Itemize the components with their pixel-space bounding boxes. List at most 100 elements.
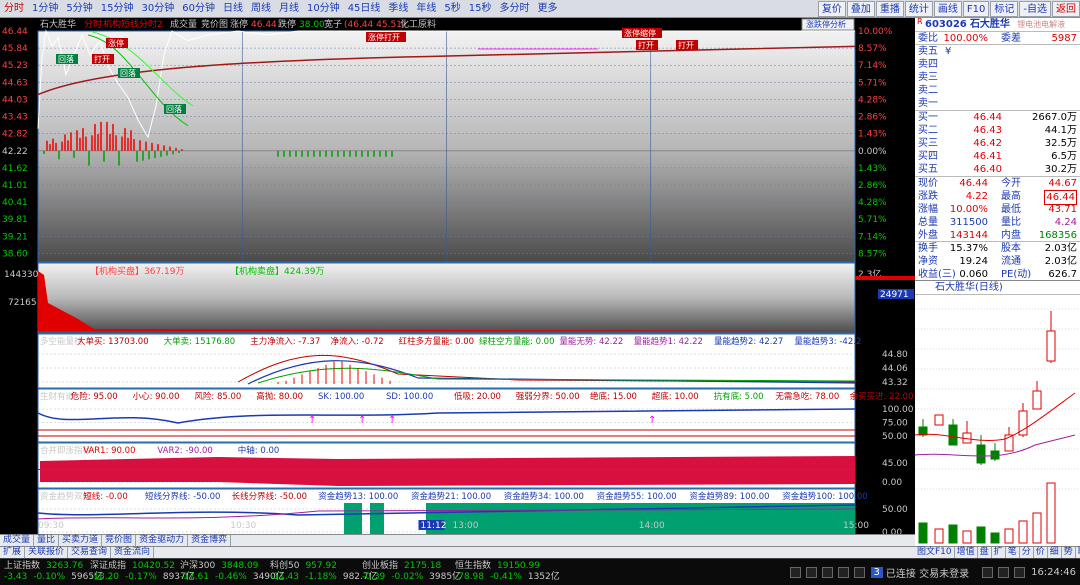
toolbar-button-2[interactable]: 重播 [875,1,904,17]
marker-label: 涨停 [108,38,124,48]
tab-15[interactable]: 多分时 [496,0,534,18]
sound-icon[interactable] [1014,567,1026,578]
toolbar-button-5[interactable]: F10 [962,1,990,17]
price-axis-label: 40.41 [2,198,28,208]
stat-label: 涨幅 [918,204,938,215]
tab-6[interactable]: 日线 [219,0,247,18]
tab-1[interactable]: 1分钟 [28,0,62,18]
toolbar-button-0[interactable]: 复价 [817,1,846,17]
chart-stock-name: 石大胜华 [40,18,76,30]
panel2-legend: 无需急吃: 78.00 [775,391,839,402]
marker-label: 回落 [58,54,74,64]
window-tile-icon[interactable] [853,567,865,578]
time-cursor-label: 11:12 [421,521,447,531]
sell-level-label: 卖一 [918,98,938,109]
window-tile-icon[interactable] [805,567,817,578]
right-tab[interactable]: 增值 [955,547,978,558]
buy-level-row[interactable]: 买五 46.40 30.2万 [915,163,1080,176]
right-tab[interactable]: 联 [1076,547,1080,558]
index-pct: -0.46% [215,572,247,582]
index-pct: -0.17% [125,572,157,582]
index-quote[interactable]: 创业板指 2175.18 -0.39 -0.02% 3985亿 [362,561,467,583]
panel2-legend: 高抛: 80.00 [256,391,303,402]
sell-level-row: 卖四 [915,58,1080,71]
index-pct: -0.02% [391,572,424,582]
window-tile-icon[interactable] [837,567,849,578]
stat-label: 外盘 [918,230,938,241]
right-tab[interactable]: 扩 [992,547,1006,558]
toolbar-button-8[interactable]: 返回 [1052,1,1080,17]
tab-11[interactable]: 季线 [384,0,412,18]
buy-level-price: 46.44 [973,112,1002,123]
pct-axis-label: 8.57% [858,249,887,259]
chart-header-item: 机构短线分时2 [103,18,163,30]
function-tab[interactable]: 资金驱动力 [136,535,189,546]
function-tab[interactable]: 扩展 [0,547,26,558]
index-value: 3848.09 [221,561,259,571]
function-tab[interactable]: 关联报价 [25,547,69,558]
window-tile-icon[interactable] [821,567,833,578]
buy-level-label: 买一 [918,112,938,123]
toolbar-button-6[interactable]: 标记 [990,1,1019,17]
pct-axis-label: 7.14% [858,232,887,242]
right-tab[interactable]: 盘 [978,547,992,558]
window-tile-icon[interactable] [789,567,801,578]
buy-level-row[interactable]: 买四 46.41 6.5万 [915,150,1080,163]
tab-4[interactable]: 30分钟 [137,0,178,18]
tab-8[interactable]: 月线 [275,0,303,18]
tab-16[interactable]: 更多 [534,0,562,18]
panel2-legend: 低吸: 20.00 [454,391,501,402]
daily-kline-panel[interactable]: 石大胜华(日线) [914,280,1080,546]
tab-0[interactable]: 分时 [0,0,28,18]
right-tab[interactable]: 势 [1062,547,1076,558]
tab-2[interactable]: 5分钟 [62,0,96,18]
buy-level-volume: 30.2万 [1044,164,1077,175]
marker-label: 涨停缩停 [624,28,656,38]
index-pct: -0.41% [490,572,522,582]
daily-volume-bar [1018,520,1028,544]
tab-3[interactable]: 15分钟 [97,0,138,18]
panel2-legend: 抗有底: 5.00 [714,391,764,402]
tab-13[interactable]: 5秒 [440,0,464,18]
tab-12[interactable]: 年线 [412,0,440,18]
panel4-legend: 资金趋势89: 100.00 [689,491,769,502]
panel2-legend: SD: 100.00 [386,392,433,402]
clock: 16:24:46 [1031,567,1076,578]
tab-9[interactable]: 10分钟 [303,0,344,18]
buy-level-row[interactable]: 买一 46.44 2667.0万 [915,111,1080,124]
index-change: -17.61 [180,572,210,582]
toolbar-button-7[interactable]: -自选 [1019,1,1051,17]
toolbar-button-3[interactable]: 统计 [904,1,933,17]
function-tab[interactable]: 量比 [34,535,60,546]
marker-label: 打开 [94,54,110,64]
toolbar-button-1[interactable]: 叠加 [846,1,875,17]
function-tab[interactable]: 交易查询 [68,547,112,558]
pct-axis-label: 4.28% [858,95,887,105]
right-tab[interactable]: 细 [1048,547,1062,558]
panel2-arrow: ↑ [388,415,396,426]
sell-level-label: 卖三 [918,72,938,83]
index-quote[interactable]: 恒生指数 19150.99 -78.98 -0.41% 1352亿 [455,561,566,583]
settings-icon[interactable] [982,567,994,578]
function-tab[interactable]: 资金博弈 [188,535,232,546]
volume-right-label: 24971 [880,290,909,300]
buy-level-row[interactable]: 买二 46.43 44.1万 [915,124,1080,137]
tab-7[interactable]: 周线 [247,0,275,18]
function-tab[interactable]: 成交量 [0,535,35,546]
tab-10[interactable]: 45日线 [344,0,385,18]
function-tab[interactable]: 买卖力道 [59,535,103,546]
search-icon[interactable] [998,567,1010,578]
pct-axis-label: 2.86% [858,113,887,123]
toolbar-button-4[interactable]: 画线 [933,1,962,17]
function-tab[interactable]: 资金流向 [111,547,155,558]
tab-14[interactable]: 15秒 [465,0,496,18]
right-tab[interactable]: 分 [1020,547,1034,558]
connection-status[interactable]: 已连接 交易未登录 [886,565,969,580]
right-tab[interactable]: 图文F10 [915,547,955,558]
intraday-chart[interactable]: 石大胜华 分时 机构短线分时2 成交量 竞价图 涨停 46.44 跌停 38.00 宽子 (46.4… [0,18,915,534]
buy-level-row[interactable]: 买三 46.42 32.5万 [915,137,1080,150]
tab-5[interactable]: 60分钟 [178,0,219,18]
function-tab[interactable]: 竞价图 [102,535,137,546]
right-tab[interactable]: 价 [1034,547,1048,558]
right-tab[interactable]: 笔 [1006,547,1020,558]
